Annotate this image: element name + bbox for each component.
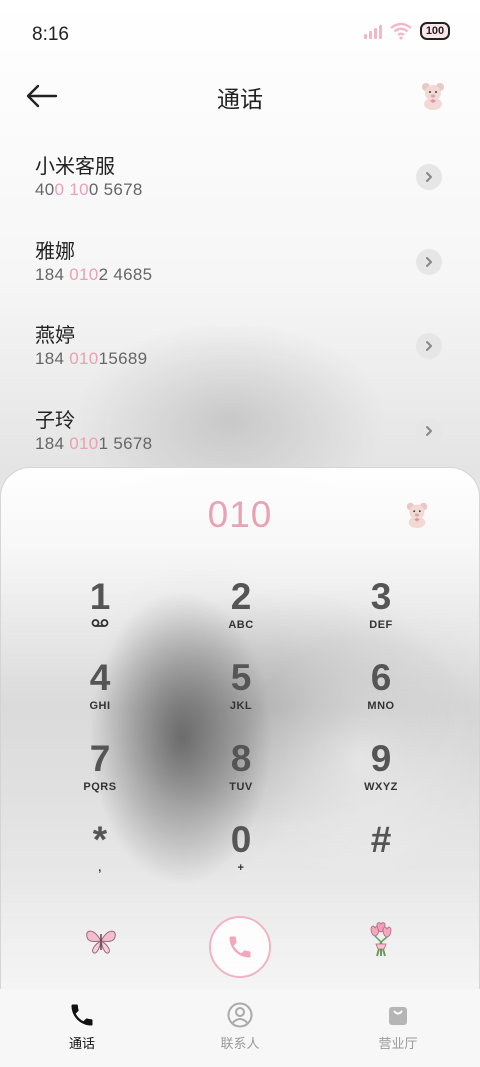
contact-icon — [227, 1002, 253, 1028]
bag-icon — [389, 1007, 407, 1025]
status-icons: 100 — [364, 22, 450, 40]
key-letters: TUV — [229, 781, 253, 793]
contact-number: 184 01015689 — [35, 349, 147, 369]
key-digit: 9 — [370, 738, 392, 779]
detail-button[interactable] — [416, 164, 442, 190]
key-digit: 6 — [370, 657, 392, 698]
number-match: 010 — [69, 433, 99, 453]
key-letters: , — [98, 862, 102, 874]
battery-icon: 100 — [420, 22, 450, 40]
page-title: 通话 — [217, 86, 263, 112]
battery-level: 100 — [425, 25, 445, 37]
key-letters: DEF — [369, 619, 393, 631]
key-letters: PQRS — [83, 781, 117, 793]
tab-label: 联系人 — [220, 1036, 260, 1051]
key-digit: 2 — [230, 576, 252, 617]
contact-number: 400 100 5678 — [35, 180, 143, 200]
list-item[interactable]: 燕婷 184 01015689 — [0, 309, 480, 394]
number-match: 0 — [54, 180, 65, 199]
number-match: 10 — [69, 180, 89, 199]
chevron-right-icon — [426, 256, 432, 267]
key-0[interactable]: 0 + — [181, 819, 301, 895]
number-part: 15689 — [98, 349, 148, 368]
wifi-icon — [390, 22, 412, 40]
key-digit: # — [370, 819, 392, 860]
key-9[interactable]: 9 WXYZ — [321, 738, 441, 814]
number-part: 184 — [35, 349, 70, 368]
number-part: 1 5678 — [98, 433, 153, 453]
key-digit: 5 — [230, 657, 252, 698]
key-letters: WXYZ — [364, 781, 398, 793]
tab-contacts[interactable]: 联系人 — [180, 1001, 300, 1052]
contact-name: 雅娜 — [35, 240, 75, 263]
number-match: 010 — [69, 349, 99, 368]
status-bar: 8:16 100 — [0, 0, 480, 66]
phone-icon — [71, 1004, 93, 1026]
number-part: 2 4685 — [98, 264, 153, 284]
number-part: 184 — [35, 264, 70, 284]
butterfly-icon[interactable] — [84, 924, 118, 958]
contact-number: 184 0101 5678 — [35, 434, 152, 454]
key-letters: + — [237, 862, 245, 874]
key-digit: 4 — [89, 657, 111, 698]
key-letters: MNO — [367, 700, 395, 712]
list-item[interactable]: 子玲 184 0101 5678 — [0, 394, 480, 479]
chevron-right-icon — [426, 341, 432, 351]
list-item[interactable]: 小米客服 400 100 5678 — [0, 140, 480, 225]
number-part: 184 — [35, 433, 70, 453]
teddy-bear-icon[interactable] — [418, 80, 448, 110]
list-item[interactable]: 雅娜 184 0102 4685 — [0, 225, 480, 310]
key-3[interactable]: 3 DEF — [321, 576, 441, 652]
phone-icon — [229, 936, 251, 958]
key-star[interactable]: * , — [40, 819, 160, 895]
key-digit: 8 — [230, 738, 252, 779]
contact-name: 子玲 — [35, 409, 75, 432]
key-7[interactable]: 7 PQRS — [40, 738, 160, 814]
detail-button[interactable] — [416, 417, 442, 444]
key-1[interactable]: 1 — [40, 576, 160, 652]
number-match: 010 — [69, 264, 99, 284]
key-letters: JKL — [229, 700, 253, 712]
contact-name: 小米客服 — [35, 156, 115, 178]
chevron-right-icon — [426, 425, 432, 436]
key-letters: GHI — [89, 700, 111, 712]
number-part: 0 5678 — [88, 180, 143, 199]
tab-service-hall[interactable]: 营业厅 — [338, 1001, 458, 1052]
key-digit: 7 — [89, 738, 111, 779]
tab-label: 通话 — [68, 1036, 95, 1051]
contact-number: 184 0102 4685 — [35, 265, 152, 285]
header: 通话 — [0, 66, 480, 126]
key-2[interactable]: 2 ABC — [181, 576, 301, 652]
dial-actions — [1, 916, 480, 980]
bottom-nav: 通话 联系人 营业厅 — [0, 989, 480, 1067]
dial-panel: 010 1 2 ABC 3 DEF 4 GHI 5 JKL 6 MNO 7 PQ… — [0, 467, 480, 989]
tab-calls[interactable]: 通话 — [22, 1001, 142, 1052]
detail-button[interactable] — [416, 333, 442, 359]
tab-label: 营业厅 — [378, 1036, 418, 1051]
teddy-bear-icon[interactable] — [403, 500, 431, 528]
signal-icon — [364, 23, 382, 39]
key-digit: 1 — [89, 576, 111, 617]
key-8[interactable]: 8 TUV — [181, 738, 301, 814]
search-results: 小米客服 400 100 5678 雅娜 184 0102 4685 燕婷 18… — [0, 140, 480, 478]
key-5[interactable]: 5 JKL — [181, 657, 301, 733]
number-part: 40 — [35, 180, 55, 199]
key-6[interactable]: 6 MNO — [321, 657, 441, 733]
detail-button[interactable] — [416, 248, 442, 275]
key-digit: 3 — [370, 576, 392, 617]
key-hash[interactable]: # — [321, 819, 441, 895]
call-button[interactable] — [209, 916, 271, 978]
tulip-bouquet-icon[interactable] — [365, 922, 397, 958]
contact-name: 燕婷 — [35, 325, 75, 347]
key-digit: 0 — [230, 819, 252, 860]
key-letters: ABC — [228, 619, 254, 631]
chevron-right-icon — [426, 172, 432, 182]
key-4[interactable]: 4 GHI — [40, 657, 160, 733]
key-digit: * — [92, 819, 108, 860]
voicemail-icon — [91, 619, 109, 627]
status-time: 8:16 — [32, 24, 69, 45]
